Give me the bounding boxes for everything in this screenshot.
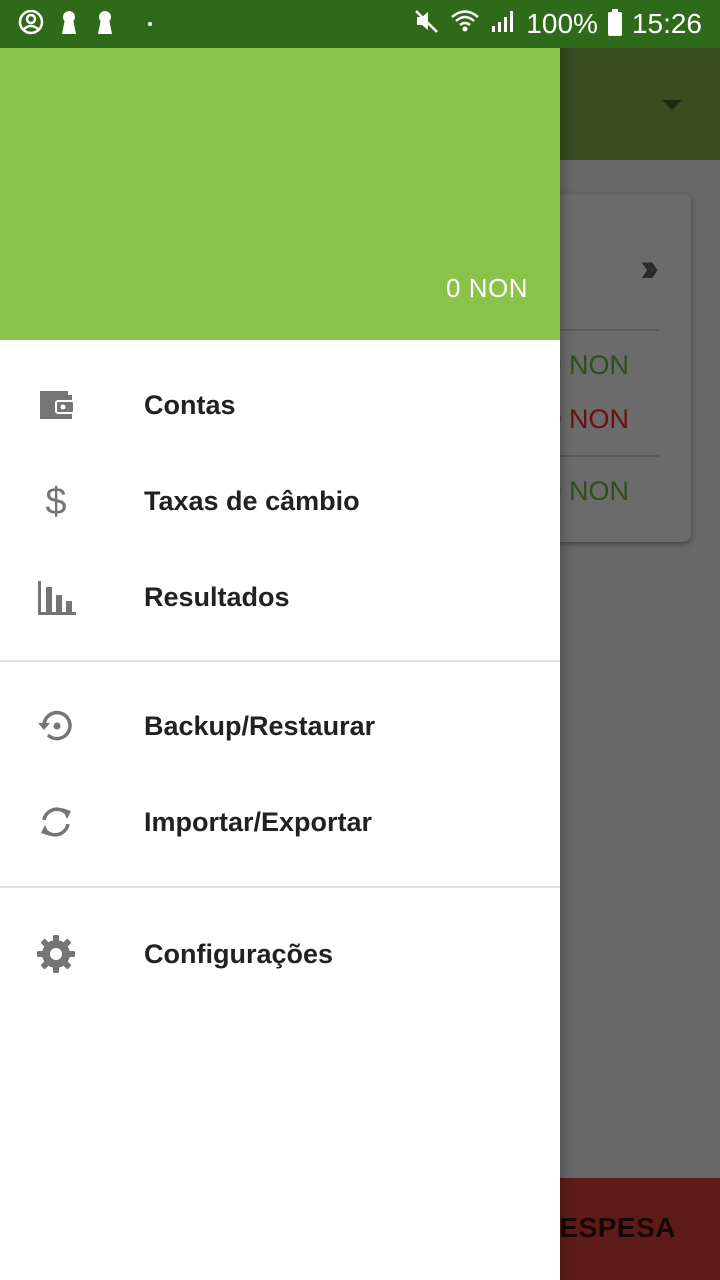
wallet-icon (36, 385, 76, 425)
status-bar: 100% 15:26 (0, 0, 720, 48)
wifi-icon (450, 8, 480, 41)
notification-dot-icon (148, 22, 152, 26)
menu-item-label: Contas (144, 389, 236, 420)
navigation-drawer: 0 NON Contas $ Taxas de câmbio Resultado… (0, 0, 560, 1280)
sync-icon (36, 802, 76, 842)
menu-item-contas[interactable]: Contas (0, 357, 560, 453)
gear-icon (36, 934, 76, 974)
keyhole-icon (94, 9, 116, 40)
menu-divider (0, 886, 560, 888)
drawer-header: 0 NON (0, 48, 560, 340)
backup-restore-icon (36, 706, 76, 746)
menu-group-data: Backup/Restaurar Importar/Exportar (0, 678, 560, 870)
menu-item-label: Taxas de câmbio (144, 485, 360, 516)
double-chevron-right-icon[interactable]: ›› (640, 246, 658, 291)
account-circle-icon (18, 9, 44, 40)
menu-item-import-export[interactable]: Importar/Exportar (0, 774, 560, 870)
mute-icon (414, 8, 440, 41)
battery-percentage: 100% (526, 8, 598, 39)
keyhole-icon (58, 9, 80, 40)
menu-item-results[interactable]: Resultados (0, 549, 560, 645)
menu-group-main: Contas $ Taxas de câmbio Resultados (0, 357, 560, 645)
dollar-icon: $ (36, 481, 76, 521)
menu-divider (0, 660, 560, 662)
signal-icon (490, 8, 516, 41)
bar-chart-icon (36, 577, 76, 617)
menu-item-label: Resultados (144, 581, 290, 612)
menu-item-backup-restore[interactable]: Backup/Restaurar (0, 678, 560, 774)
battery-icon (607, 9, 622, 36)
menu-item-settings[interactable]: Configurações (0, 906, 560, 1002)
dropdown-caret-icon[interactable] (662, 100, 682, 110)
menu-group-settings: Configurações (0, 906, 560, 1002)
menu-item-exchange-rates[interactable]: $ Taxas de câmbio (0, 453, 560, 549)
menu-item-label: Importar/Exportar (144, 806, 373, 837)
svg-text:$: $ (45, 481, 66, 521)
clock: 15:26 (631, 8, 702, 39)
menu-item-label: Backup/Restaurar (144, 710, 376, 741)
menu-item-label: Configurações (144, 938, 334, 969)
total-balance: 0 NON (446, 273, 528, 303)
